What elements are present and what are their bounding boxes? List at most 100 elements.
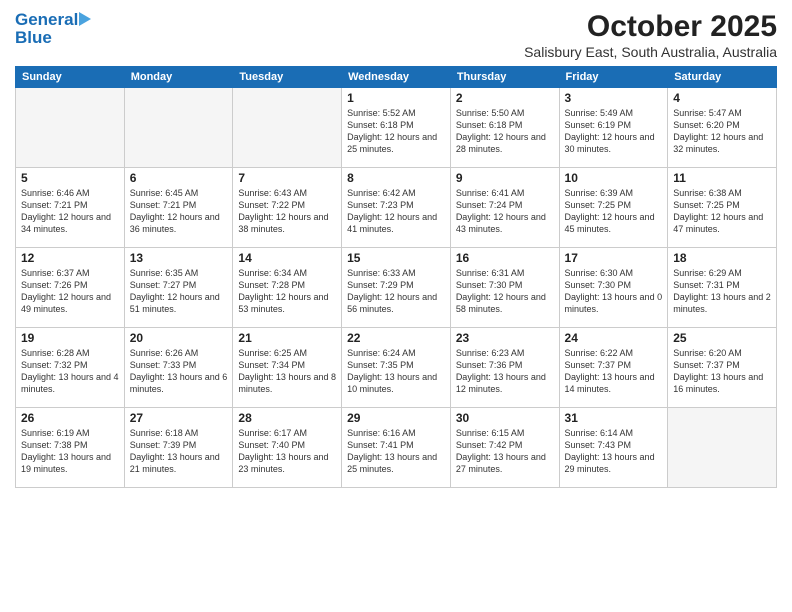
day-number: 19 — [21, 331, 119, 345]
day-number: 4 — [673, 91, 771, 105]
table-row: 3 Sunrise: 5:49 AM Sunset: 6:19 PM Daylig… — [559, 88, 668, 168]
title-block: October 2025 Salisbury East, South Austr… — [524, 10, 777, 60]
day-detail: Sunrise: 5:50 AM Sunset: 6:18 PM Dayligh… — [456, 107, 554, 156]
month-title: October 2025 — [524, 10, 777, 44]
day-number: 5 — [21, 171, 119, 185]
day-detail: Sunrise: 6:43 AM Sunset: 7:22 PM Dayligh… — [238, 187, 336, 236]
day-number: 14 — [238, 251, 336, 265]
table-row: 6 Sunrise: 6:45 AM Sunset: 7:21 PM Daylig… — [124, 168, 233, 248]
calendar-week-row: 26 Sunrise: 6:19 AM Sunset: 7:38 PM Dayli… — [16, 408, 777, 488]
day-number: 7 — [238, 171, 336, 185]
table-row: 27Sunrise: 6:18 AM Sunset: 7:39 PM Dayli… — [124, 408, 233, 488]
table-row — [124, 88, 233, 168]
day-detail: Sunrise: 6:35 AM Sunset: 7:27 PM Dayligh… — [130, 267, 228, 316]
day-detail: Sunrise: 6:38 AM Sunset: 7:25 PM Dayligh… — [673, 187, 771, 236]
day-detail: Sunrise: 6:42 AM Sunset: 7:23 PM Dayligh… — [347, 187, 445, 236]
table-row: 21 Sunrise: 6:25 AM Sunset: 7:34 PM Dayli… — [233, 328, 342, 408]
calendar-week-row: 19 Sunrise: 6:28 AM Sunset: 7:32 PM Dayli… — [16, 328, 777, 408]
col-sunday: Sunday — [16, 67, 125, 88]
table-row: 22 Sunrise: 6:24 AM Sunset: 7:35 PM Dayli… — [342, 328, 451, 408]
day-detail: Sunrise: 6:26 AM Sunset: 7:33 PM Dayligh… — [130, 347, 228, 396]
day-number: 18 — [673, 251, 771, 265]
day-number: 6 — [130, 171, 228, 185]
table-row: 24 Sunrise: 6:22 AM Sunset: 7:37 PM Dayli… — [559, 328, 668, 408]
day-detail: Sunrise: 6:29 AM Sunset: 7:31 PM Dayligh… — [673, 267, 771, 316]
day-number: 3 — [565, 91, 663, 105]
col-friday: Friday — [559, 67, 668, 88]
table-row — [16, 88, 125, 168]
day-detail: Sunrise: 6:22 AM Sunset: 7:37 PM Dayligh… — [565, 347, 663, 396]
day-detail: Sunrise: 6:19 AM Sunset: 7:38 PM Dayligh… — [21, 427, 119, 476]
day-number: 25 — [673, 331, 771, 345]
day-number: 10 — [565, 171, 663, 185]
day-detail: Sunrise: 6:28 AM Sunset: 7:32 PM Dayligh… — [21, 347, 119, 396]
col-saturday: Saturday — [668, 67, 777, 88]
day-number: 27 — [130, 411, 228, 425]
table-row: 11Sunrise: 6:38 AM Sunset: 7:25 PM Dayli… — [668, 168, 777, 248]
table-row: 2 Sunrise: 5:50 AM Sunset: 6:18 PM Daylig… — [450, 88, 559, 168]
table-row: 13Sunrise: 6:35 AM Sunset: 7:27 PM Dayli… — [124, 248, 233, 328]
table-row: 8 Sunrise: 6:42 AM Sunset: 7:23 PM Daylig… — [342, 168, 451, 248]
table-row: 31 Sunrise: 6:14 AM Sunset: 7:43 PM Dayli… — [559, 408, 668, 488]
day-number: 8 — [347, 171, 445, 185]
table-row: 12Sunrise: 6:37 AM Sunset: 7:26 PM Dayli… — [16, 248, 125, 328]
table-row: 30 Sunrise: 6:15 AM Sunset: 7:42 PM Dayli… — [450, 408, 559, 488]
table-row: 28Sunrise: 6:17 AM Sunset: 7:40 PM Dayli… — [233, 408, 342, 488]
col-thursday: Thursday — [450, 67, 559, 88]
table-row: 14Sunrise: 6:34 AM Sunset: 7:28 PM Dayli… — [233, 248, 342, 328]
table-row: 1Sunrise: 5:52 AM Sunset: 6:18 PM Daylig… — [342, 88, 451, 168]
day-number: 23 — [456, 331, 554, 345]
table-row: 25 Sunrise: 6:20 AM Sunset: 7:37 PM Dayli… — [668, 328, 777, 408]
day-detail: Sunrise: 6:45 AM Sunset: 7:21 PM Dayligh… — [130, 187, 228, 236]
day-detail: Sunrise: 6:37 AM Sunset: 7:26 PM Dayligh… — [21, 267, 119, 316]
col-wednesday: Wednesday — [342, 67, 451, 88]
day-detail: Sunrise: 5:49 AM Sunset: 6:19 PM Dayligh… — [565, 107, 663, 156]
day-number: 31 — [565, 411, 663, 425]
table-row: 5 Sunrise: 6:46 AM Sunset: 7:21 PM Daylig… — [16, 168, 125, 248]
table-row: 20 Sunrise: 6:26 AM Sunset: 7:33 PM Dayli… — [124, 328, 233, 408]
day-detail: Sunrise: 6:46 AM Sunset: 7:21 PM Dayligh… — [21, 187, 119, 236]
day-number: 20 — [130, 331, 228, 345]
table-row: 19 Sunrise: 6:28 AM Sunset: 7:32 PM Dayli… — [16, 328, 125, 408]
day-detail: Sunrise: 6:16 AM Sunset: 7:41 PM Dayligh… — [347, 427, 445, 476]
day-detail: Sunrise: 6:24 AM Sunset: 7:35 PM Dayligh… — [347, 347, 445, 396]
day-number: 21 — [238, 331, 336, 345]
table-row: 9 Sunrise: 6:41 AM Sunset: 7:24 PM Daylig… — [450, 168, 559, 248]
logo-arrow-icon — [79, 12, 91, 26]
col-monday: Monday — [124, 67, 233, 88]
table-row: 7 Sunrise: 6:43 AM Sunset: 7:22 PM Daylig… — [233, 168, 342, 248]
table-row: 18 Sunrise: 6:29 AM Sunset: 7:31 PM Dayli… — [668, 248, 777, 328]
day-detail: Sunrise: 5:47 AM Sunset: 6:20 PM Dayligh… — [673, 107, 771, 156]
day-detail: Sunrise: 6:41 AM Sunset: 7:24 PM Dayligh… — [456, 187, 554, 236]
col-tuesday: Tuesday — [233, 67, 342, 88]
logo-blue-text: Blue — [15, 28, 91, 48]
day-number: 17 — [565, 251, 663, 265]
day-detail: Sunrise: 6:30 AM Sunset: 7:30 PM Dayligh… — [565, 267, 663, 316]
day-number: 15 — [347, 251, 445, 265]
day-detail: Sunrise: 5:52 AM Sunset: 6:18 PM Dayligh… — [347, 107, 445, 156]
day-number: 26 — [21, 411, 119, 425]
calendar-week-row: 12Sunrise: 6:37 AM Sunset: 7:26 PM Dayli… — [16, 248, 777, 328]
table-row: 16 Sunrise: 6:31 AM Sunset: 7:30 PM Dayli… — [450, 248, 559, 328]
day-detail: Sunrise: 6:20 AM Sunset: 7:37 PM Dayligh… — [673, 347, 771, 396]
logo-general-text: General — [15, 10, 78, 30]
day-number: 16 — [456, 251, 554, 265]
day-number: 9 — [456, 171, 554, 185]
day-number: 30 — [456, 411, 554, 425]
day-number: 22 — [347, 331, 445, 345]
table-row — [233, 88, 342, 168]
day-detail: Sunrise: 6:14 AM Sunset: 7:43 PM Dayligh… — [565, 427, 663, 476]
day-detail: Sunrise: 6:23 AM Sunset: 7:36 PM Dayligh… — [456, 347, 554, 396]
day-number: 24 — [565, 331, 663, 345]
day-detail: Sunrise: 6:33 AM Sunset: 7:29 PM Dayligh… — [347, 267, 445, 316]
page-header: General Blue October 2025 Salisbury East… — [15, 10, 777, 60]
table-row — [668, 408, 777, 488]
day-detail: Sunrise: 6:39 AM Sunset: 7:25 PM Dayligh… — [565, 187, 663, 236]
calendar-header-row: Sunday Monday Tuesday Wednesday Thursday… — [16, 67, 777, 88]
table-row: 4 Sunrise: 5:47 AM Sunset: 6:20 PM Daylig… — [668, 88, 777, 168]
day-number: 2 — [456, 91, 554, 105]
day-detail: Sunrise: 6:15 AM Sunset: 7:42 PM Dayligh… — [456, 427, 554, 476]
day-detail: Sunrise: 6:25 AM Sunset: 7:34 PM Dayligh… — [238, 347, 336, 396]
day-detail: Sunrise: 6:31 AM Sunset: 7:30 PM Dayligh… — [456, 267, 554, 316]
calendar-week-row: 5 Sunrise: 6:46 AM Sunset: 7:21 PM Daylig… — [16, 168, 777, 248]
